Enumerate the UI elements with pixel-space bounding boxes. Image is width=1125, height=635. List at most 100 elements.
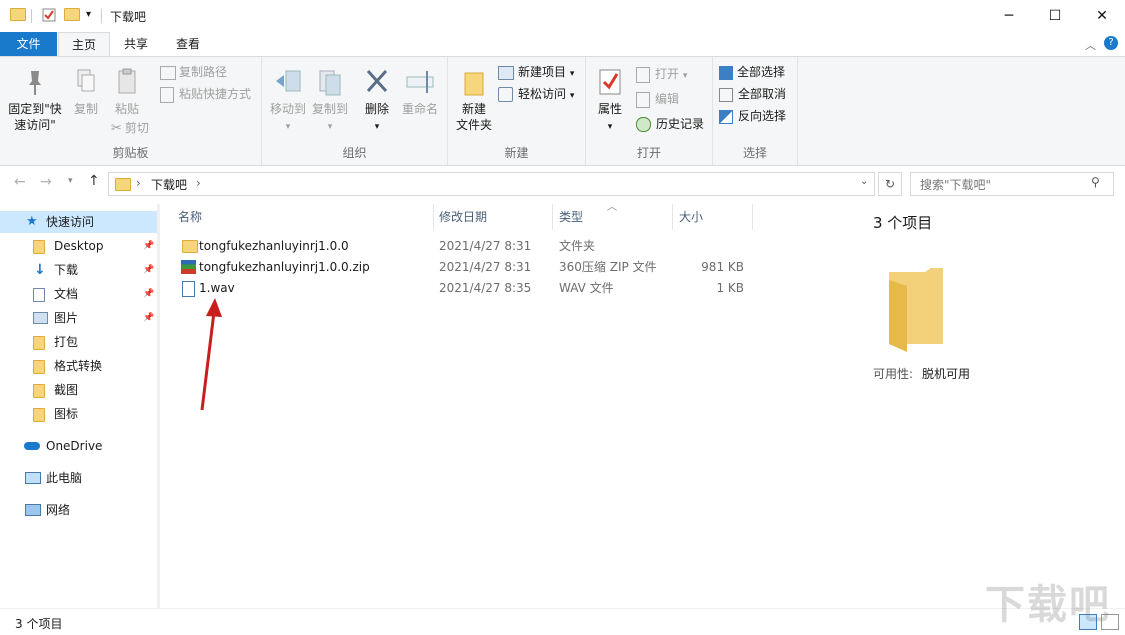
availability-value: 脱机可用 [922,365,970,382]
tab-view[interactable]: 查看 [165,32,211,56]
select-all-label: 全部选择 [737,65,785,79]
copy-to-button[interactable]: 复制到▾ [308,67,352,135]
search-box[interactable]: 搜索"下载吧" ⚲ [910,172,1114,196]
back-arrow-icon[interactable]: ← [14,174,26,190]
status-bar: 3 个项目 [0,608,1125,635]
customize-quick-access-icon[interactable]: ▾ [86,9,91,20]
select-all-button[interactable]: 全部选择 [719,63,785,81]
rename-button[interactable]: 重命名 [398,67,442,117]
sidebar-item-onedrive[interactable]: OneDrive [0,435,157,457]
search-placeholder: 搜索"下载吧" [920,176,991,193]
sidebar-item-folder[interactable]: 图标 [0,403,157,425]
organize-group-label: 组织 [262,144,447,161]
select-none-label: 全部取消 [738,87,786,101]
column-header-type[interactable]: 类型 [559,206,583,228]
history-icon [636,117,651,132]
new-folder-icon [461,67,487,97]
file-row[interactable]: 1.wav 2021/4/27 8:35 WAV 文件 1 KB [172,278,752,299]
paste-button[interactable]: 粘贴 [111,67,143,117]
address-bar[interactable]: › 下载吧 › ⌄ [108,172,875,196]
sidebar-label: 图片 [54,307,78,329]
tab-file[interactable]: 文件 [0,32,57,56]
properties-button[interactable]: 属性▾ [592,67,628,135]
pin-quick-access-button[interactable]: 固定到"快 速访问" [4,67,66,133]
sidebar-item-folder[interactable]: 打包 [0,331,157,353]
close-button[interactable]: ✕ [1079,0,1125,32]
minimize-button[interactable]: ─ [986,0,1032,32]
collapse-ribbon-icon[interactable]: ︿ [1085,37,1096,53]
file-row[interactable]: tongfukezhanluyinrj1.0.0.zip 2021/4/27 8… [172,257,752,278]
properties-quick-icon[interactable] [42,8,56,22]
pin-icon [23,67,47,97]
history-label: 历史记录 [656,117,704,131]
folder-icon [10,8,24,22]
file-date: 2021/4/27 8:31 [439,257,531,278]
refresh-icon[interactable]: ↻ [878,172,902,196]
column-divider[interactable] [433,204,434,230]
invert-selection-icon [719,110,733,124]
new-item-label: 新建项目 [518,65,566,79]
sidebar-label: 图标 [54,403,78,425]
pane-splitter[interactable] [157,204,160,608]
sidebar-item-network[interactable]: 网络 [0,499,157,521]
copy-path-icon [160,66,176,80]
pinned-icon: 📌 [143,313,151,323]
sidebar-item-pictures[interactable]: 图片 📌 [0,307,157,329]
sidebar-item-quick-access[interactable]: ★ 快速访问 [0,211,157,233]
cloud-icon [24,442,40,450]
delete-icon [363,67,391,97]
sidebar-item-downloads[interactable]: ↓ 下载 📌 [0,259,157,281]
history-button[interactable]: 历史记录 [636,115,704,133]
forward-arrow-icon[interactable]: → [40,174,52,190]
copy-path-button[interactable]: 复制路径 [160,63,227,81]
column-header-date[interactable]: 修改日期 [439,206,487,228]
new-item-button[interactable]: 新建项目 ▾ [498,63,574,81]
column-divider[interactable] [672,204,673,230]
column-header-name[interactable]: 名称 [178,206,202,228]
sidebar-item-desktop[interactable]: Desktop 📌 [0,235,157,257]
new-folder-quick-icon[interactable] [64,8,78,22]
select-none-button[interactable]: 全部取消 [719,85,786,103]
paste-shortcut-label: 粘贴快捷方式 [179,87,251,101]
column-divider[interactable] [552,204,553,230]
address-dropdown-icon[interactable]: ⌄ [860,176,868,187]
open-icon [636,67,650,83]
sidebar-item-documents[interactable]: 文档 📌 [0,283,157,305]
tab-home[interactable]: 主页 [58,32,110,58]
file-row[interactable]: tongfukezhanluyinrj1.0.0 2021/4/27 8:31 … [172,236,752,257]
paste-shortcut-button[interactable]: 粘贴快捷方式 [160,85,251,103]
delete-button[interactable]: 删除▾ [360,67,394,135]
breadcrumb-chevron-icon[interactable]: › [196,176,201,190]
desktop-folder-icon [33,240,45,254]
file-name: tongfukezhanluyinrj1.0.0.zip [199,257,370,278]
maximize-button[interactable]: ☐ [1032,0,1078,32]
watermark-logo: 下载吧 [985,572,1111,630]
search-icon[interactable]: ⚲ [1091,175,1100,189]
sidebar-item-folder[interactable]: 截图 [0,379,157,401]
select-all-icon [719,66,733,80]
column-divider[interactable] [752,204,753,230]
recent-locations-icon[interactable]: ▾ [68,176,73,186]
cut-button[interactable]: ✂剪切 [111,119,149,137]
sidebar-item-folder[interactable]: 格式转换 [0,355,157,377]
file-name: tongfukezhanluyinrj1.0.0 [199,236,349,257]
rename-label: 重命名 [402,102,438,116]
invert-selection-button[interactable]: 反向选择 [719,107,786,125]
up-arrow-icon[interactable]: ↑ [88,173,100,189]
move-to-button[interactable]: 移动到▾ [266,67,310,135]
help-icon[interactable]: ? [1104,36,1118,50]
network-icon [25,504,41,516]
new-folder-button[interactable]: 新建 文件夹 [452,67,496,133]
sort-ascending-icon: ︿ [607,198,617,213]
open-button[interactable]: 打开 ▾ [636,65,687,83]
properties-icon [597,67,623,97]
column-header-size[interactable]: 大小 [679,206,703,228]
zip-archive-icon [181,260,196,274]
easy-access-button[interactable]: 轻松访问 ▾ [498,85,574,103]
breadcrumb-current[interactable]: 下载吧 [151,176,187,193]
tab-share[interactable]: 共享 [113,32,159,56]
open-group-label: 打开 [586,144,712,161]
edit-button[interactable]: 编辑 [636,90,679,108]
sidebar-item-this-pc[interactable]: 此电脑 [0,467,157,489]
copy-button[interactable]: 复制 [70,67,102,117]
